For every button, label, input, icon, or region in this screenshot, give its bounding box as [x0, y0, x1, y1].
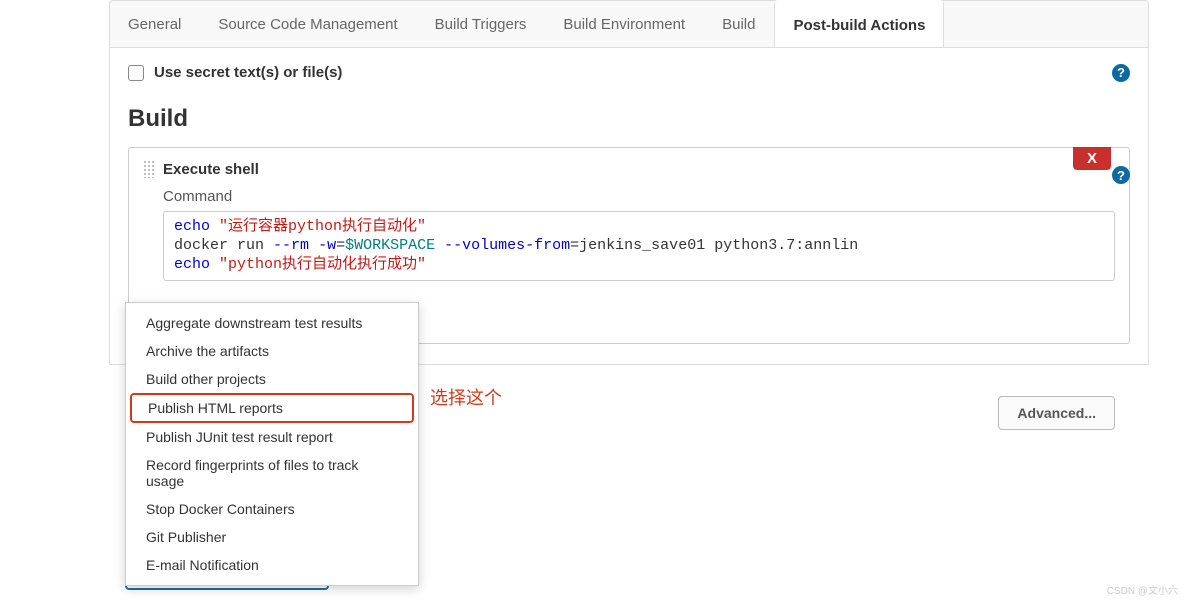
use-secret-label: Use secret text(s) or file(s): [154, 64, 342, 81]
build-section-title: Build: [128, 105, 1130, 133]
config-tabs: General Source Code Management Build Tri…: [109, 0, 1149, 48]
menu-aggregate-downstream[interactable]: Aggregate downstream test results: [126, 309, 418, 337]
tab-general[interactable]: General: [110, 1, 200, 47]
tab-postbuild[interactable]: Post-build Actions: [774, 0, 944, 47]
menu-stop-docker[interactable]: Stop Docker Containers: [126, 495, 418, 523]
menu-publish-html-reports[interactable]: Publish HTML reports: [130, 393, 414, 423]
drag-handle-icon[interactable]: [143, 160, 155, 178]
help-icon[interactable]: ?: [1112, 64, 1130, 82]
shell-command-input[interactable]: echo "运行容器python执行自动化" docker run --rm -…: [163, 211, 1115, 281]
tab-scm[interactable]: Source Code Management: [200, 1, 416, 47]
tab-triggers[interactable]: Build Triggers: [417, 1, 546, 47]
annotation-label: 选择这个: [430, 384, 502, 410]
menu-record-fingerprints[interactable]: Record fingerprints of files to track us…: [126, 451, 418, 495]
delete-step-button[interactable]: X: [1073, 147, 1111, 170]
command-label: Command: [163, 188, 1115, 205]
post-build-action-menu: Aggregate downstream test results Archiv…: [125, 302, 419, 586]
watermark: CSDN @文小六: [1107, 582, 1178, 597]
menu-email-notification[interactable]: E-mail Notification: [126, 551, 418, 579]
menu-archive-artifacts[interactable]: Archive the artifacts: [126, 337, 418, 365]
menu-build-other-projects[interactable]: Build other projects: [126, 365, 418, 393]
menu-git-publisher[interactable]: Git Publisher: [126, 523, 418, 551]
use-secret-checkbox[interactable]: [128, 65, 144, 81]
step-title: Execute shell: [163, 161, 259, 178]
advanced-button[interactable]: Advanced...: [998, 396, 1115, 430]
tab-env[interactable]: Build Environment: [545, 1, 704, 47]
help-icon[interactable]: ?: [1112, 166, 1130, 184]
menu-publish-junit[interactable]: Publish JUnit test result report: [126, 423, 418, 451]
tab-build[interactable]: Build: [704, 1, 774, 47]
